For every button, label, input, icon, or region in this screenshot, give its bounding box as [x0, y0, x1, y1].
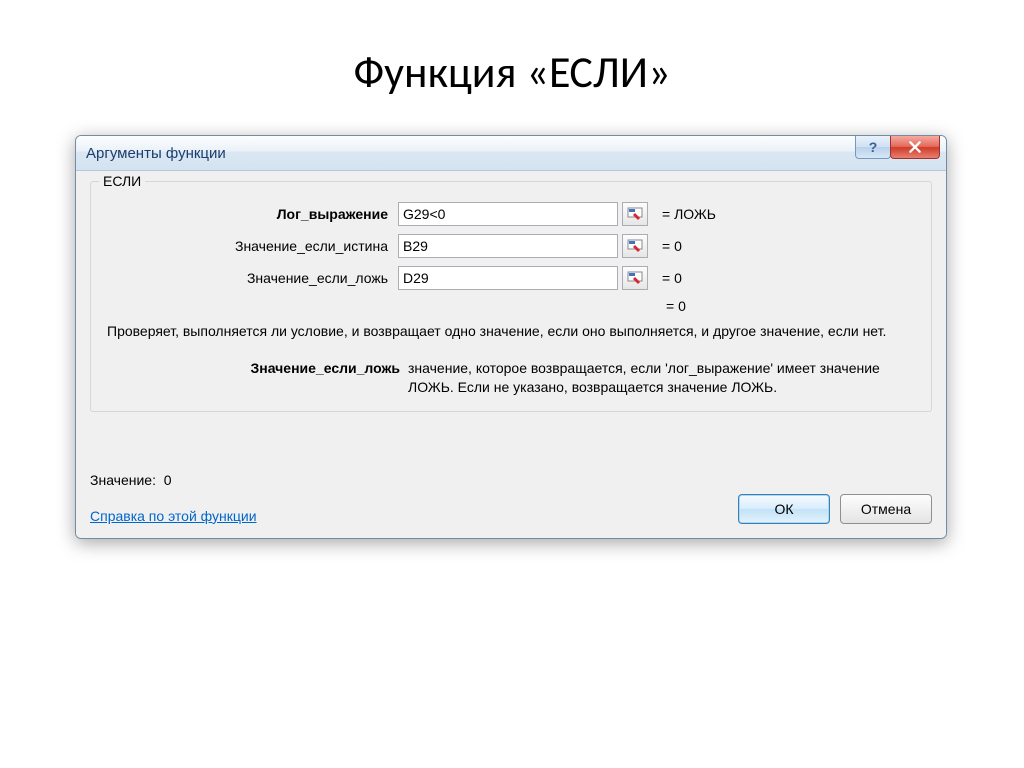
- range-selector-icon: [627, 239, 643, 253]
- function-arguments-dialog: Аргументы функции ? ЕСЛИ Лог_выражение: [75, 135, 947, 539]
- help-button[interactable]: ?: [855, 136, 891, 159]
- overall-result: = 0: [666, 298, 686, 314]
- close-button[interactable]: [890, 136, 940, 159]
- argument-detail: Значение_если_ложь значение, которое воз…: [107, 359, 915, 397]
- collapse-dialog-button[interactable]: [622, 202, 648, 226]
- help-icon: ?: [869, 139, 878, 155]
- range-selector-icon: [627, 271, 643, 285]
- argument-label: Лог_выражение: [103, 206, 398, 222]
- cancel-button[interactable]: Отмена: [840, 494, 932, 524]
- dialog-title: Аргументы функции: [86, 145, 226, 162]
- argument-detail-label: Значение_если_ложь: [107, 359, 408, 397]
- argument-row: Значение_если_истина = 0: [103, 234, 919, 258]
- close-icon: [908, 140, 922, 154]
- argument-input-value-if-true[interactable]: [398, 234, 618, 258]
- function-description: Проверяет, выполняется ли условие, и воз…: [107, 322, 915, 341]
- argument-result: = 0: [662, 238, 682, 254]
- formula-result: Значение: 0: [90, 472, 257, 488]
- argument-row: Значение_если_ложь = 0: [103, 266, 919, 290]
- argument-row: Лог_выражение = ЛОЖЬ: [103, 202, 919, 226]
- titlebar[interactable]: Аргументы функции ?: [76, 136, 946, 171]
- range-selector-icon: [627, 207, 643, 221]
- argument-input-logical-test[interactable]: [398, 202, 618, 226]
- help-link[interactable]: Справка по этой функции: [90, 508, 257, 524]
- argument-result: = 0: [662, 270, 682, 286]
- argument-input-value-if-false[interactable]: [398, 266, 618, 290]
- argument-label: Значение_если_ложь: [103, 270, 398, 286]
- arguments-group: ЕСЛИ Лог_выражение = ЛОЖЬ: [90, 181, 932, 412]
- slide-title: Функция «ЕСЛИ»: [0, 45, 1024, 99]
- overall-result-row: = 0: [103, 298, 919, 314]
- ok-button[interactable]: ОК: [738, 494, 830, 524]
- argument-label: Значение_если_истина: [103, 238, 398, 254]
- argument-result: = ЛОЖЬ: [662, 206, 716, 222]
- function-name-label: ЕСЛИ: [99, 173, 145, 189]
- argument-detail-text: значение, которое возвращается, если 'ло…: [408, 359, 915, 397]
- collapse-dialog-button[interactable]: [622, 234, 648, 258]
- collapse-dialog-button[interactable]: [622, 266, 648, 290]
